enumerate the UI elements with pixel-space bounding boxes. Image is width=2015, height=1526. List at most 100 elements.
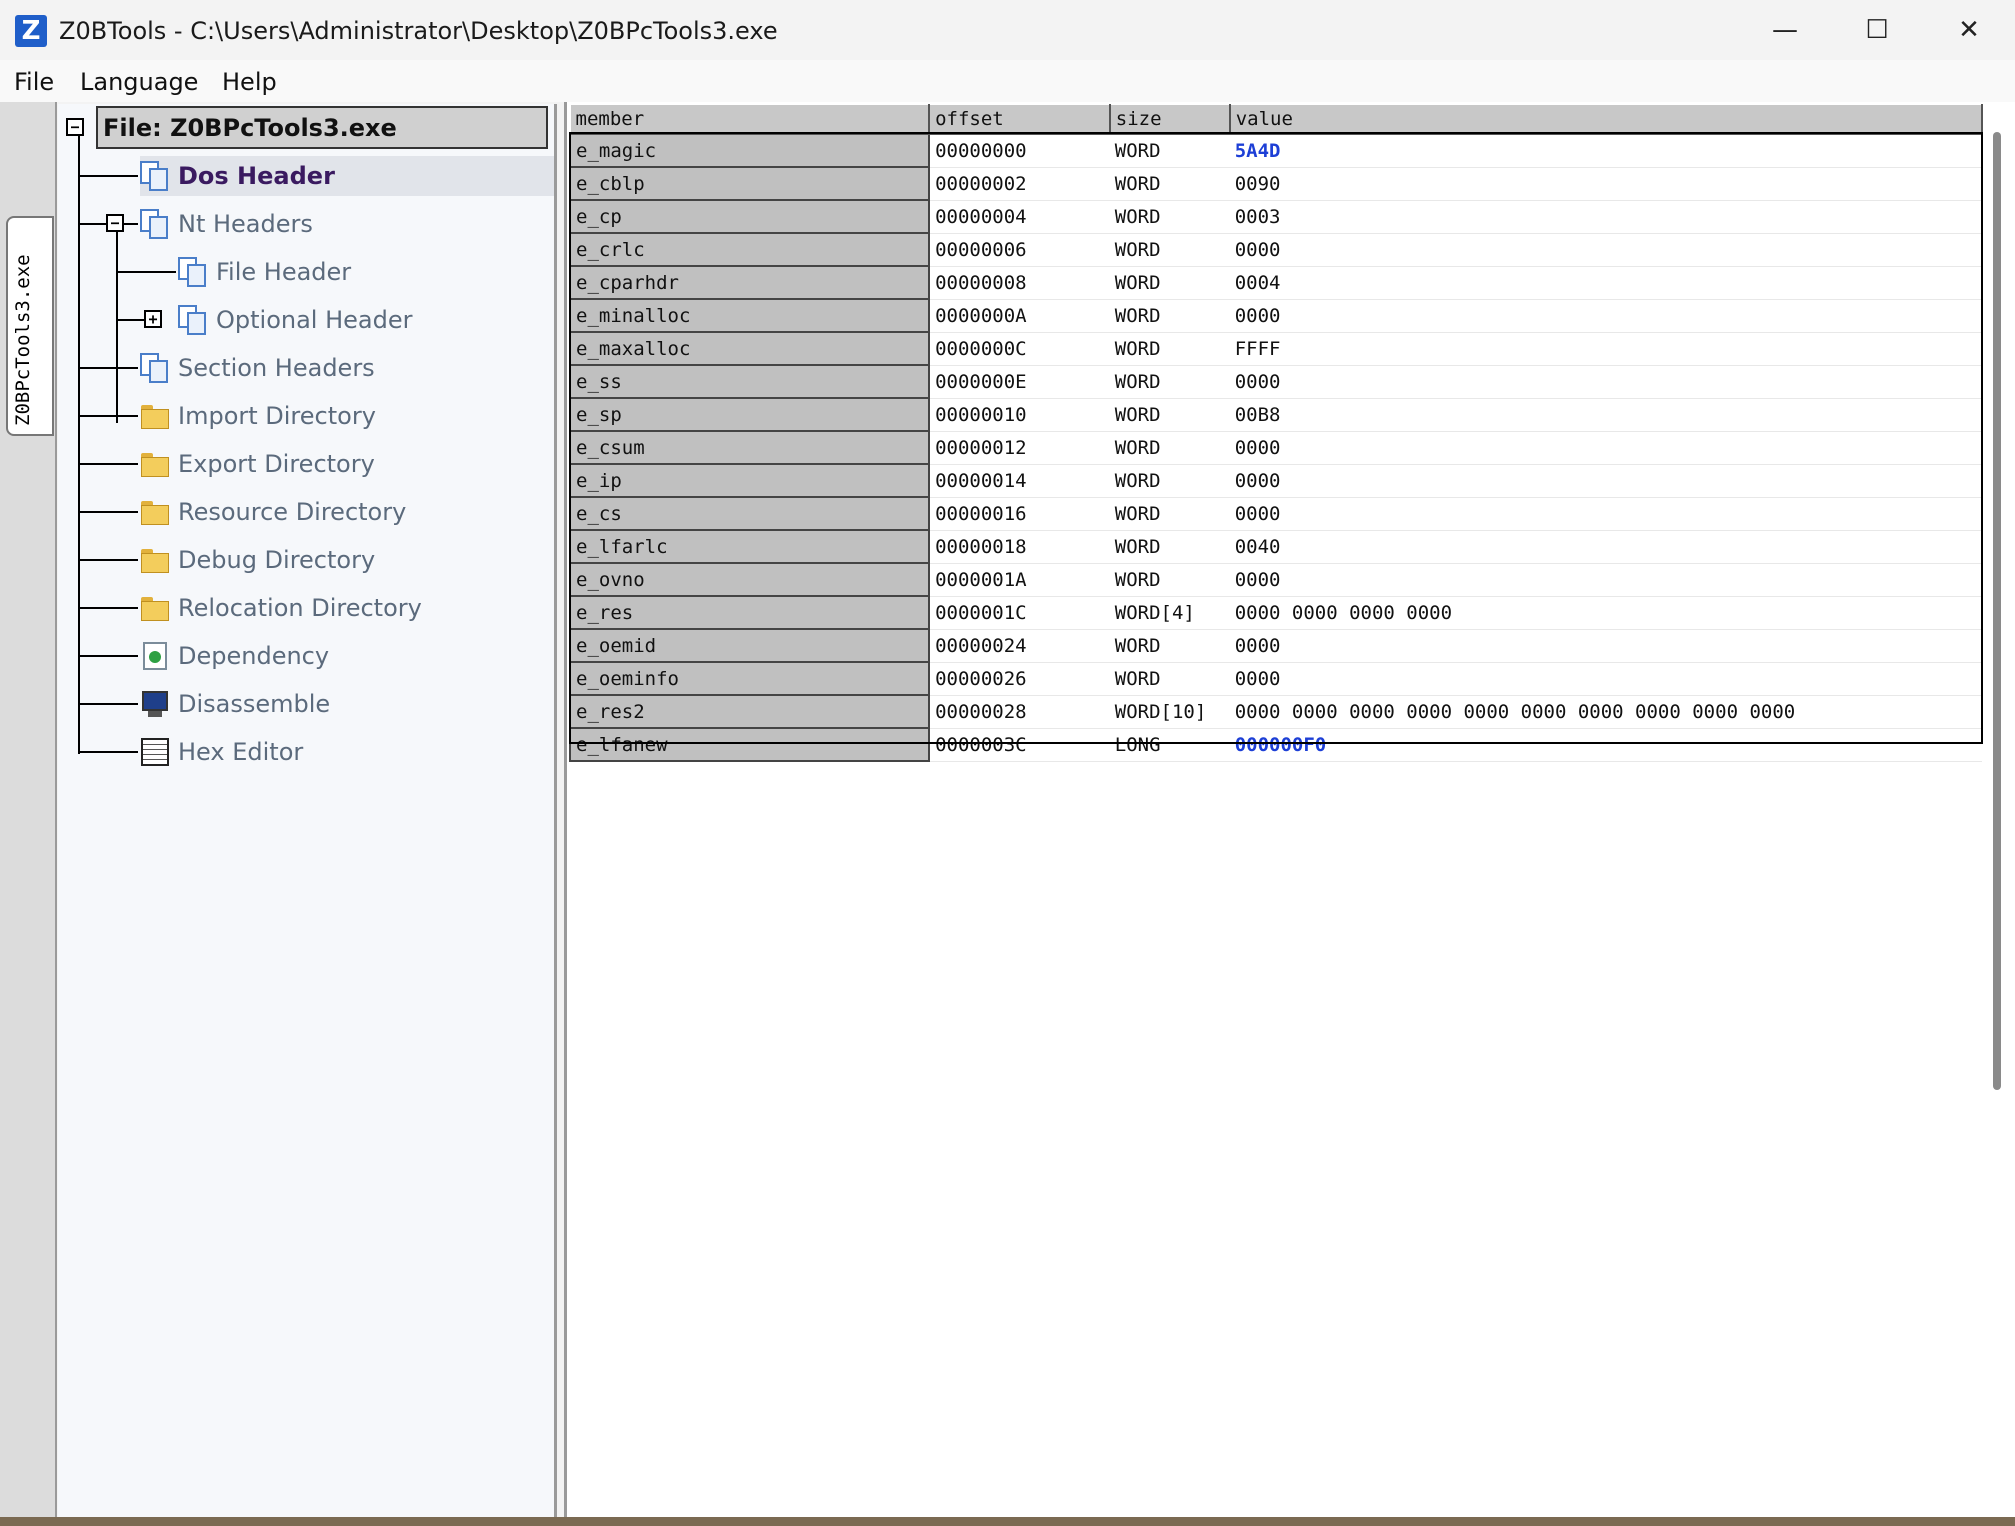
tree-connector [116, 224, 118, 423]
tree-item-file-header[interactable]: File Header [178, 252, 351, 292]
size-cell: WORD [1109, 398, 1230, 432]
value-cell[interactable]: 00B8 [1229, 398, 1982, 432]
window-title: Z0BTools - C:\Users\Administrator\Deskto… [59, 17, 778, 45]
table-row[interactable]: e_cp 00000004 WORD 0003 [568, 199, 1982, 234]
column-header-member[interactable]: member [569, 104, 931, 135]
folder-icon [140, 593, 170, 623]
size-cell: WORD[4] [1109, 596, 1230, 630]
table-row[interactable]: e_ip 00000014 WORD 0000 [568, 463, 1982, 498]
value-cell[interactable]: 0040 [1229, 530, 1982, 564]
table-row[interactable]: e_minalloc 0000000A WORD 0000 [568, 298, 1982, 333]
offset-cell: 00000006 [929, 233, 1110, 267]
offset-cell: 00000004 [929, 200, 1110, 234]
tree-item-resource-directory[interactable]: Resource Directory [140, 492, 406, 532]
value-cell[interactable]: 0000 [1229, 629, 1982, 663]
table-row[interactable]: e_maxalloc 0000000C WORD FFFF [568, 331, 1982, 366]
table-row[interactable]: e_sp 00000010 WORD 00B8 [568, 397, 1982, 432]
minimize-button[interactable]: — [1739, 0, 1831, 60]
tree-root-file[interactable]: File: Z0BPcTools3.exe [96, 106, 548, 149]
tree-item-dos-header[interactable]: Dos Header [140, 156, 554, 196]
table-row[interactable]: e_crlc 00000006 WORD 0000 [568, 232, 1982, 267]
file-tab-label: Z0BPcTools3.exe [12, 254, 34, 426]
tree-item-section-headers[interactable]: Section Headers [140, 348, 375, 388]
size-cell: LONG [1109, 728, 1230, 762]
tree-item-debug-directory[interactable]: Debug Directory [140, 540, 375, 580]
root-collapse-toggle[interactable]: − [66, 118, 84, 136]
column-header-value[interactable]: value [1229, 104, 1984, 135]
table-row[interactable]: e_csum 00000012 WORD 0000 [568, 430, 1982, 465]
tree-item-relocation-directory[interactable]: Relocation Directory [140, 588, 422, 628]
member-cell: e_cs [568, 496, 931, 531]
table-row[interactable]: e_res 0000001C WORD[4] 0000 0000 0000 0000 [568, 595, 1982, 630]
tree-item-import-directory[interactable]: Import Directory [140, 396, 376, 436]
tree-item-hex-editor[interactable]: Hex Editor [140, 732, 303, 772]
tree-item-optional-header[interactable]: Optional Header [178, 300, 413, 340]
file-tab[interactable]: Z0BPcTools3.exe [6, 216, 54, 436]
member-cell: e_cparhdr [568, 265, 931, 300]
menu-help[interactable]: Help [222, 68, 277, 96]
value-cell[interactable]: 0003 [1229, 200, 1982, 234]
value-cell[interactable]: 0000 [1229, 662, 1982, 696]
value-cell[interactable]: 0000 [1229, 431, 1982, 465]
table-row[interactable]: e_lfanew 0000003C LONG 000000F0 [568, 727, 1982, 762]
title-bar: Z Z0BTools - C:\Users\Administrator\Desk… [0, 0, 2015, 60]
value-cell[interactable]: 0090 [1229, 167, 1982, 201]
tree-item-disassemble[interactable]: Disassemble [140, 684, 330, 724]
value-cell[interactable]: 0000 [1229, 365, 1982, 399]
menu-language[interactable]: Language [80, 68, 198, 96]
value-cell[interactable]: 0004 [1229, 266, 1982, 300]
member-cell: e_cblp [568, 166, 931, 201]
tree-connector [78, 415, 138, 417]
table-row[interactable]: e_ovno 0000001A WORD 0000 [568, 562, 1982, 597]
size-cell: WORD [1109, 266, 1230, 300]
offset-cell: 00000026 [929, 662, 1110, 696]
column-header-size[interactable]: size [1109, 104, 1231, 135]
value-cell[interactable]: 0000 0000 0000 0000 0000 0000 0000 0000 … [1229, 695, 1982, 729]
app-logo-icon: Z [15, 15, 47, 47]
maximize-button[interactable]: ☐ [1831, 0, 1923, 60]
optional-header-expand-toggle[interactable]: + [144, 310, 162, 328]
table-row[interactable]: e_magic 00000000 WORD 5A4D [568, 133, 1982, 168]
value-cell[interactable]: 0000 [1229, 464, 1982, 498]
folder-icon [140, 545, 170, 575]
offset-cell: 00000000 [929, 134, 1110, 168]
table-row[interactable]: e_cparhdr 00000008 WORD 0004 [568, 265, 1982, 300]
tree-item-nt-headers[interactable]: Nt Headers [140, 204, 313, 244]
hex-grid-icon [140, 737, 170, 767]
tree-connector [78, 367, 138, 369]
table-row[interactable]: e_cblp 00000002 WORD 0090 [568, 166, 1982, 201]
value-cell[interactable]: 0000 [1229, 497, 1982, 531]
tree-item-export-directory[interactable]: Export Directory [140, 444, 375, 484]
table-row[interactable]: e_oeminfo 00000026 WORD 0000 [568, 661, 1982, 696]
tree-item-dependency[interactable]: Dependency [140, 636, 329, 676]
desktop-edge [0, 1517, 2015, 1526]
value-cell[interactable]: 0000 [1229, 233, 1982, 267]
close-button[interactable]: ✕ [1923, 0, 2015, 60]
dependency-icon [140, 641, 170, 671]
vertical-scrollbar[interactable] [1993, 132, 2001, 1090]
member-cell: e_ovno [568, 562, 931, 597]
size-cell: WORD [1109, 332, 1230, 366]
table-row[interactable]: e_ss 0000000E WORD 0000 [568, 364, 1982, 399]
value-cell[interactable]: 0000 [1229, 299, 1982, 333]
value-cell[interactable]: 0000 [1229, 563, 1982, 597]
tree-connector [78, 463, 138, 465]
member-cell: e_cp [568, 199, 931, 234]
tree-connector [78, 655, 138, 657]
value-cell[interactable]: 0000 0000 0000 0000 [1229, 596, 1982, 630]
offset-cell: 0000000C [929, 332, 1110, 366]
table-row[interactable]: e_lfarlc 00000018 WORD 0040 [568, 529, 1982, 564]
value-cell[interactable]: 5A4D [1229, 134, 1982, 168]
size-cell: WORD [1109, 167, 1230, 201]
table-row[interactable]: e_cs 00000016 WORD 0000 [568, 496, 1982, 531]
column-header-offset[interactable]: offset [928, 104, 1111, 135]
nt-headers-collapse-toggle[interactable]: − [106, 214, 124, 232]
tree-connector [78, 751, 138, 753]
value-cell[interactable]: 000000F0 [1229, 728, 1982, 762]
offset-cell: 00000016 [929, 497, 1110, 531]
menu-file[interactable]: File [14, 68, 54, 96]
table-row[interactable]: e_res2 00000028 WORD[10] 0000 0000 0000 000… [568, 694, 1982, 729]
table-row[interactable]: e_oemid 00000024 WORD 0000 [568, 628, 1982, 663]
value-cell[interactable]: FFFF [1229, 332, 1982, 366]
tree-connector [78, 559, 138, 561]
